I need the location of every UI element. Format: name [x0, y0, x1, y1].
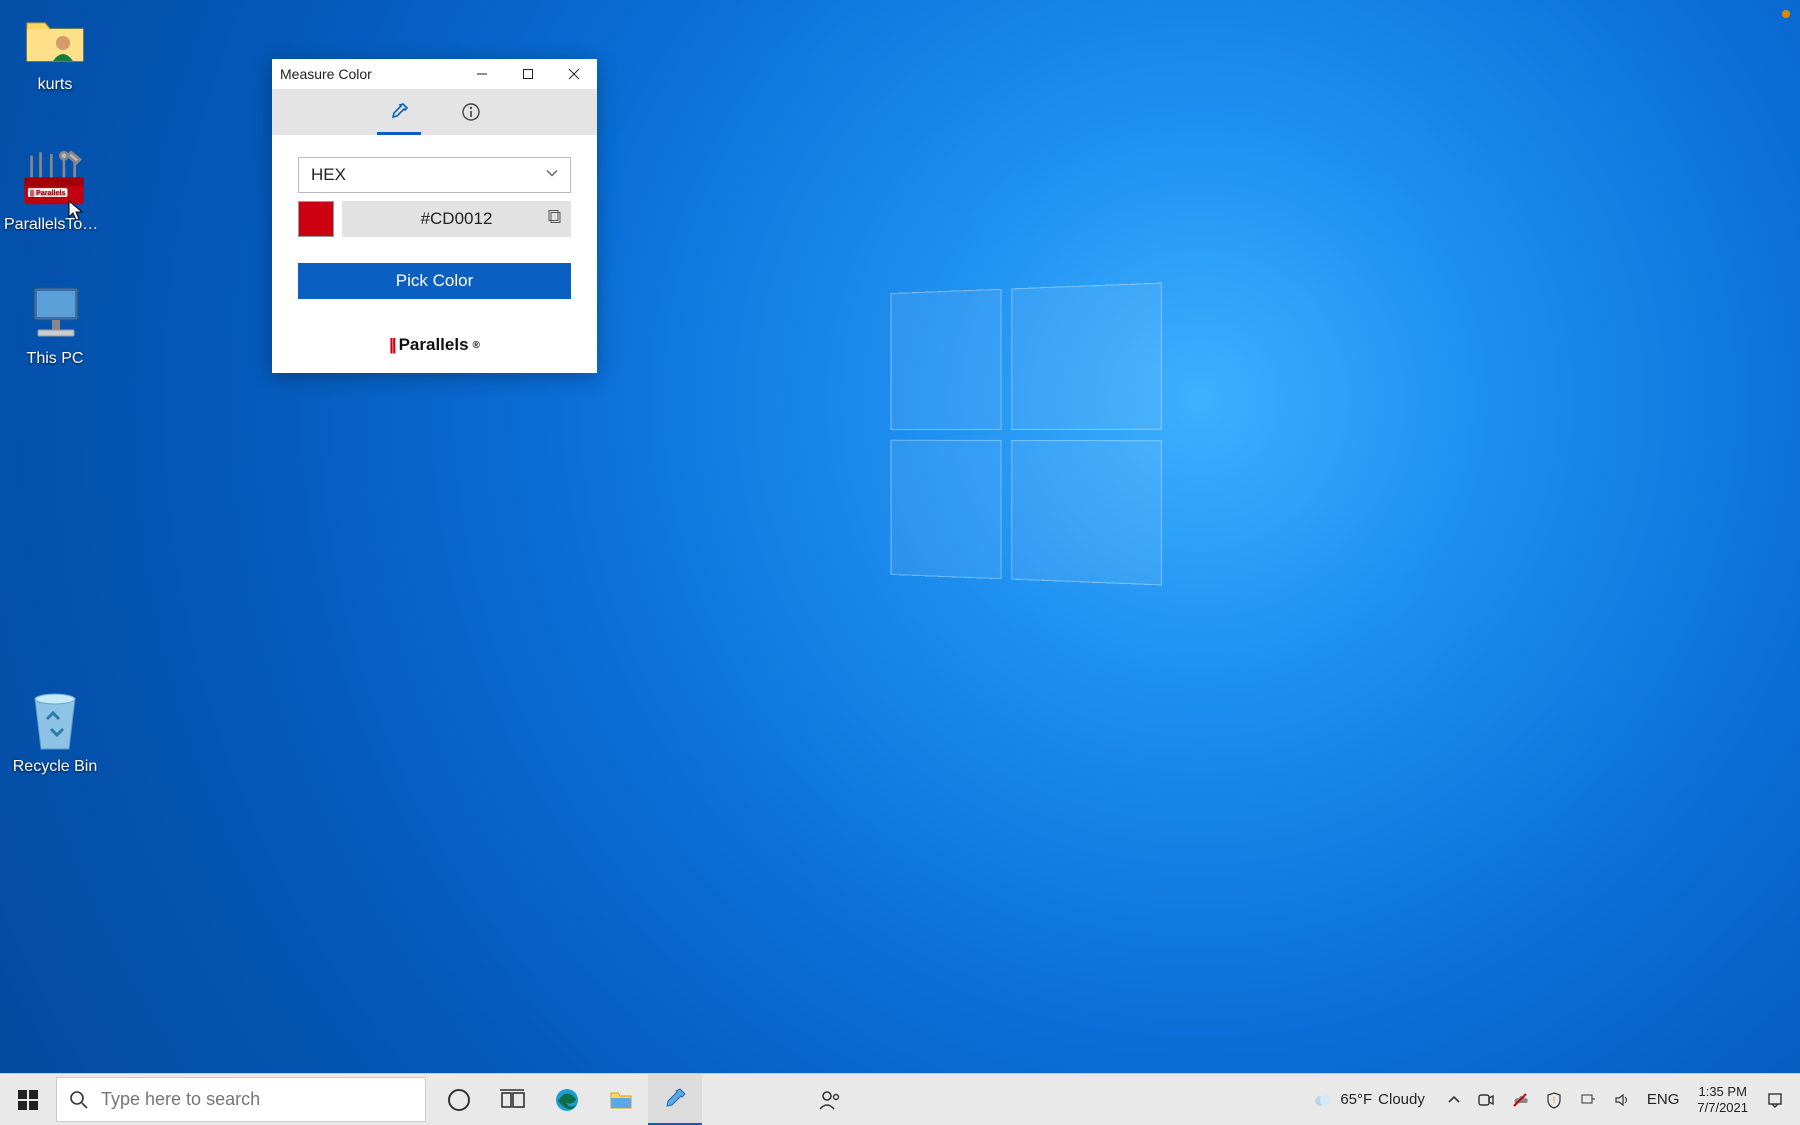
tab-bar: [272, 89, 597, 135]
file-explorer-icon: [608, 1087, 634, 1113]
weather-condition: Cloudy: [1378, 1091, 1425, 1108]
taskbar: 65°F Cloudy ! ENG 1:35 PM 7/7/2021: [0, 1073, 1800, 1125]
minimize-button[interactable]: [459, 59, 505, 89]
task-view-button[interactable]: [486, 1074, 540, 1125]
format-select[interactable]: HEX: [298, 157, 571, 193]
pick-color-button[interactable]: Pick Color: [298, 263, 571, 299]
tray-security[interactable]: !: [1537, 1074, 1571, 1125]
svg-text:!: !: [1553, 1095, 1556, 1105]
status-dot: [1782, 10, 1790, 18]
weather-widget[interactable]: 65°F Cloudy: [1298, 1074, 1439, 1125]
tray-language[interactable]: ENG: [1639, 1074, 1688, 1125]
clock-date: 7/7/2021: [1697, 1100, 1748, 1116]
search-icon: [69, 1090, 89, 1110]
meet-now-icon: [1477, 1091, 1495, 1109]
maximize-button[interactable]: [505, 59, 551, 89]
start-button[interactable]: [0, 1074, 56, 1125]
copy-button[interactable]: [547, 209, 563, 230]
tray-volume[interactable]: [1605, 1074, 1639, 1125]
color-picker-app-icon: [662, 1086, 688, 1112]
chevron-down-icon: [544, 165, 560, 186]
desktop-icon-label: kurts: [10, 76, 100, 94]
people-button[interactable]: [802, 1074, 858, 1125]
minimize-icon: [476, 68, 488, 80]
shield-icon: !: [1545, 1091, 1563, 1109]
desktop-icon-user-folder[interactable]: kurts: [10, 10, 100, 94]
taskbar-app-file-explorer[interactable]: [594, 1074, 648, 1125]
network-icon: [1579, 1091, 1597, 1109]
window-title: Measure Color: [280, 66, 459, 82]
tab-picker[interactable]: [377, 89, 421, 135]
taskbar-search[interactable]: [56, 1077, 426, 1122]
language-indicator: ENG: [1647, 1091, 1680, 1108]
close-icon: [568, 68, 580, 80]
people-icon: [818, 1088, 842, 1112]
brand-label: || Parallels ®: [298, 335, 571, 355]
tray-meet-now[interactable]: [1469, 1074, 1503, 1125]
brand-text: Parallels: [399, 335, 469, 355]
task-view-icon: [500, 1087, 526, 1113]
svg-text:|| Parallels: || Parallels: [30, 189, 65, 197]
cursor-icon: [68, 200, 84, 222]
recycle-bin-icon: [20, 692, 90, 752]
folder-user-icon: [20, 10, 90, 70]
onedrive-icon: [1511, 1091, 1529, 1109]
wallpaper-windows-logo: [891, 283, 1162, 586]
desktop-icon-this-pc[interactable]: This PC: [10, 284, 100, 368]
taskbar-app-measure-color[interactable]: [648, 1074, 702, 1125]
system-tray: 65°F Cloudy ! ENG 1:35 PM 7/7/2021: [1298, 1074, 1800, 1125]
edge-icon: [554, 1087, 580, 1113]
tab-info[interactable]: [449, 89, 493, 135]
maximize-icon: [522, 68, 534, 80]
notifications-icon: [1766, 1091, 1784, 1109]
color-value-text: #CD0012: [421, 209, 493, 229]
color-value-box: #CD0012: [342, 201, 571, 237]
cortana-button[interactable]: [432, 1074, 486, 1125]
search-input[interactable]: [101, 1089, 413, 1110]
brand-suffix: ®: [473, 340, 480, 351]
format-selected-value: HEX: [311, 165, 346, 185]
taskbar-app-edge[interactable]: [540, 1074, 594, 1125]
chevron-up-icon: [1447, 1093, 1461, 1107]
volume-icon: [1613, 1091, 1631, 1109]
eyedropper-icon: [389, 102, 409, 122]
pick-color-label: Pick Color: [396, 271, 473, 291]
desktop-icon-parallels-toolbox[interactable]: || Parallels ParallelsTool...: [4, 150, 104, 234]
measure-color-window: Measure Color HEX: [272, 59, 597, 373]
weather-cloudy-icon: [1312, 1089, 1334, 1111]
titlebar[interactable]: Measure Color: [272, 59, 597, 89]
desktop-icon-recycle-bin[interactable]: Recycle Bin: [10, 692, 100, 776]
close-button[interactable]: [551, 59, 597, 89]
weather-temp: 65°F: [1340, 1091, 1372, 1108]
clock-time: 1:35 PM: [1698, 1084, 1746, 1100]
cortana-icon: [446, 1087, 472, 1113]
this-pc-icon: [20, 284, 90, 344]
tray-network[interactable]: [1571, 1074, 1605, 1125]
color-swatch: [298, 201, 334, 237]
desktop-icon-label: Recycle Bin: [10, 758, 100, 776]
tray-notifications[interactable]: [1758, 1074, 1792, 1125]
parallels-bars-icon: ||: [389, 335, 395, 355]
tray-clock[interactable]: 1:35 PM 7/7/2021: [1687, 1074, 1758, 1125]
copy-icon: [547, 209, 563, 225]
windows-start-icon: [17, 1089, 39, 1111]
tray-overflow[interactable]: [1439, 1074, 1469, 1125]
desktop-icon-label: This PC: [10, 350, 100, 368]
info-icon: [461, 102, 481, 122]
tray-onedrive[interactable]: [1503, 1074, 1537, 1125]
desktop-icon-label: ParallelsTool...: [4, 216, 104, 234]
